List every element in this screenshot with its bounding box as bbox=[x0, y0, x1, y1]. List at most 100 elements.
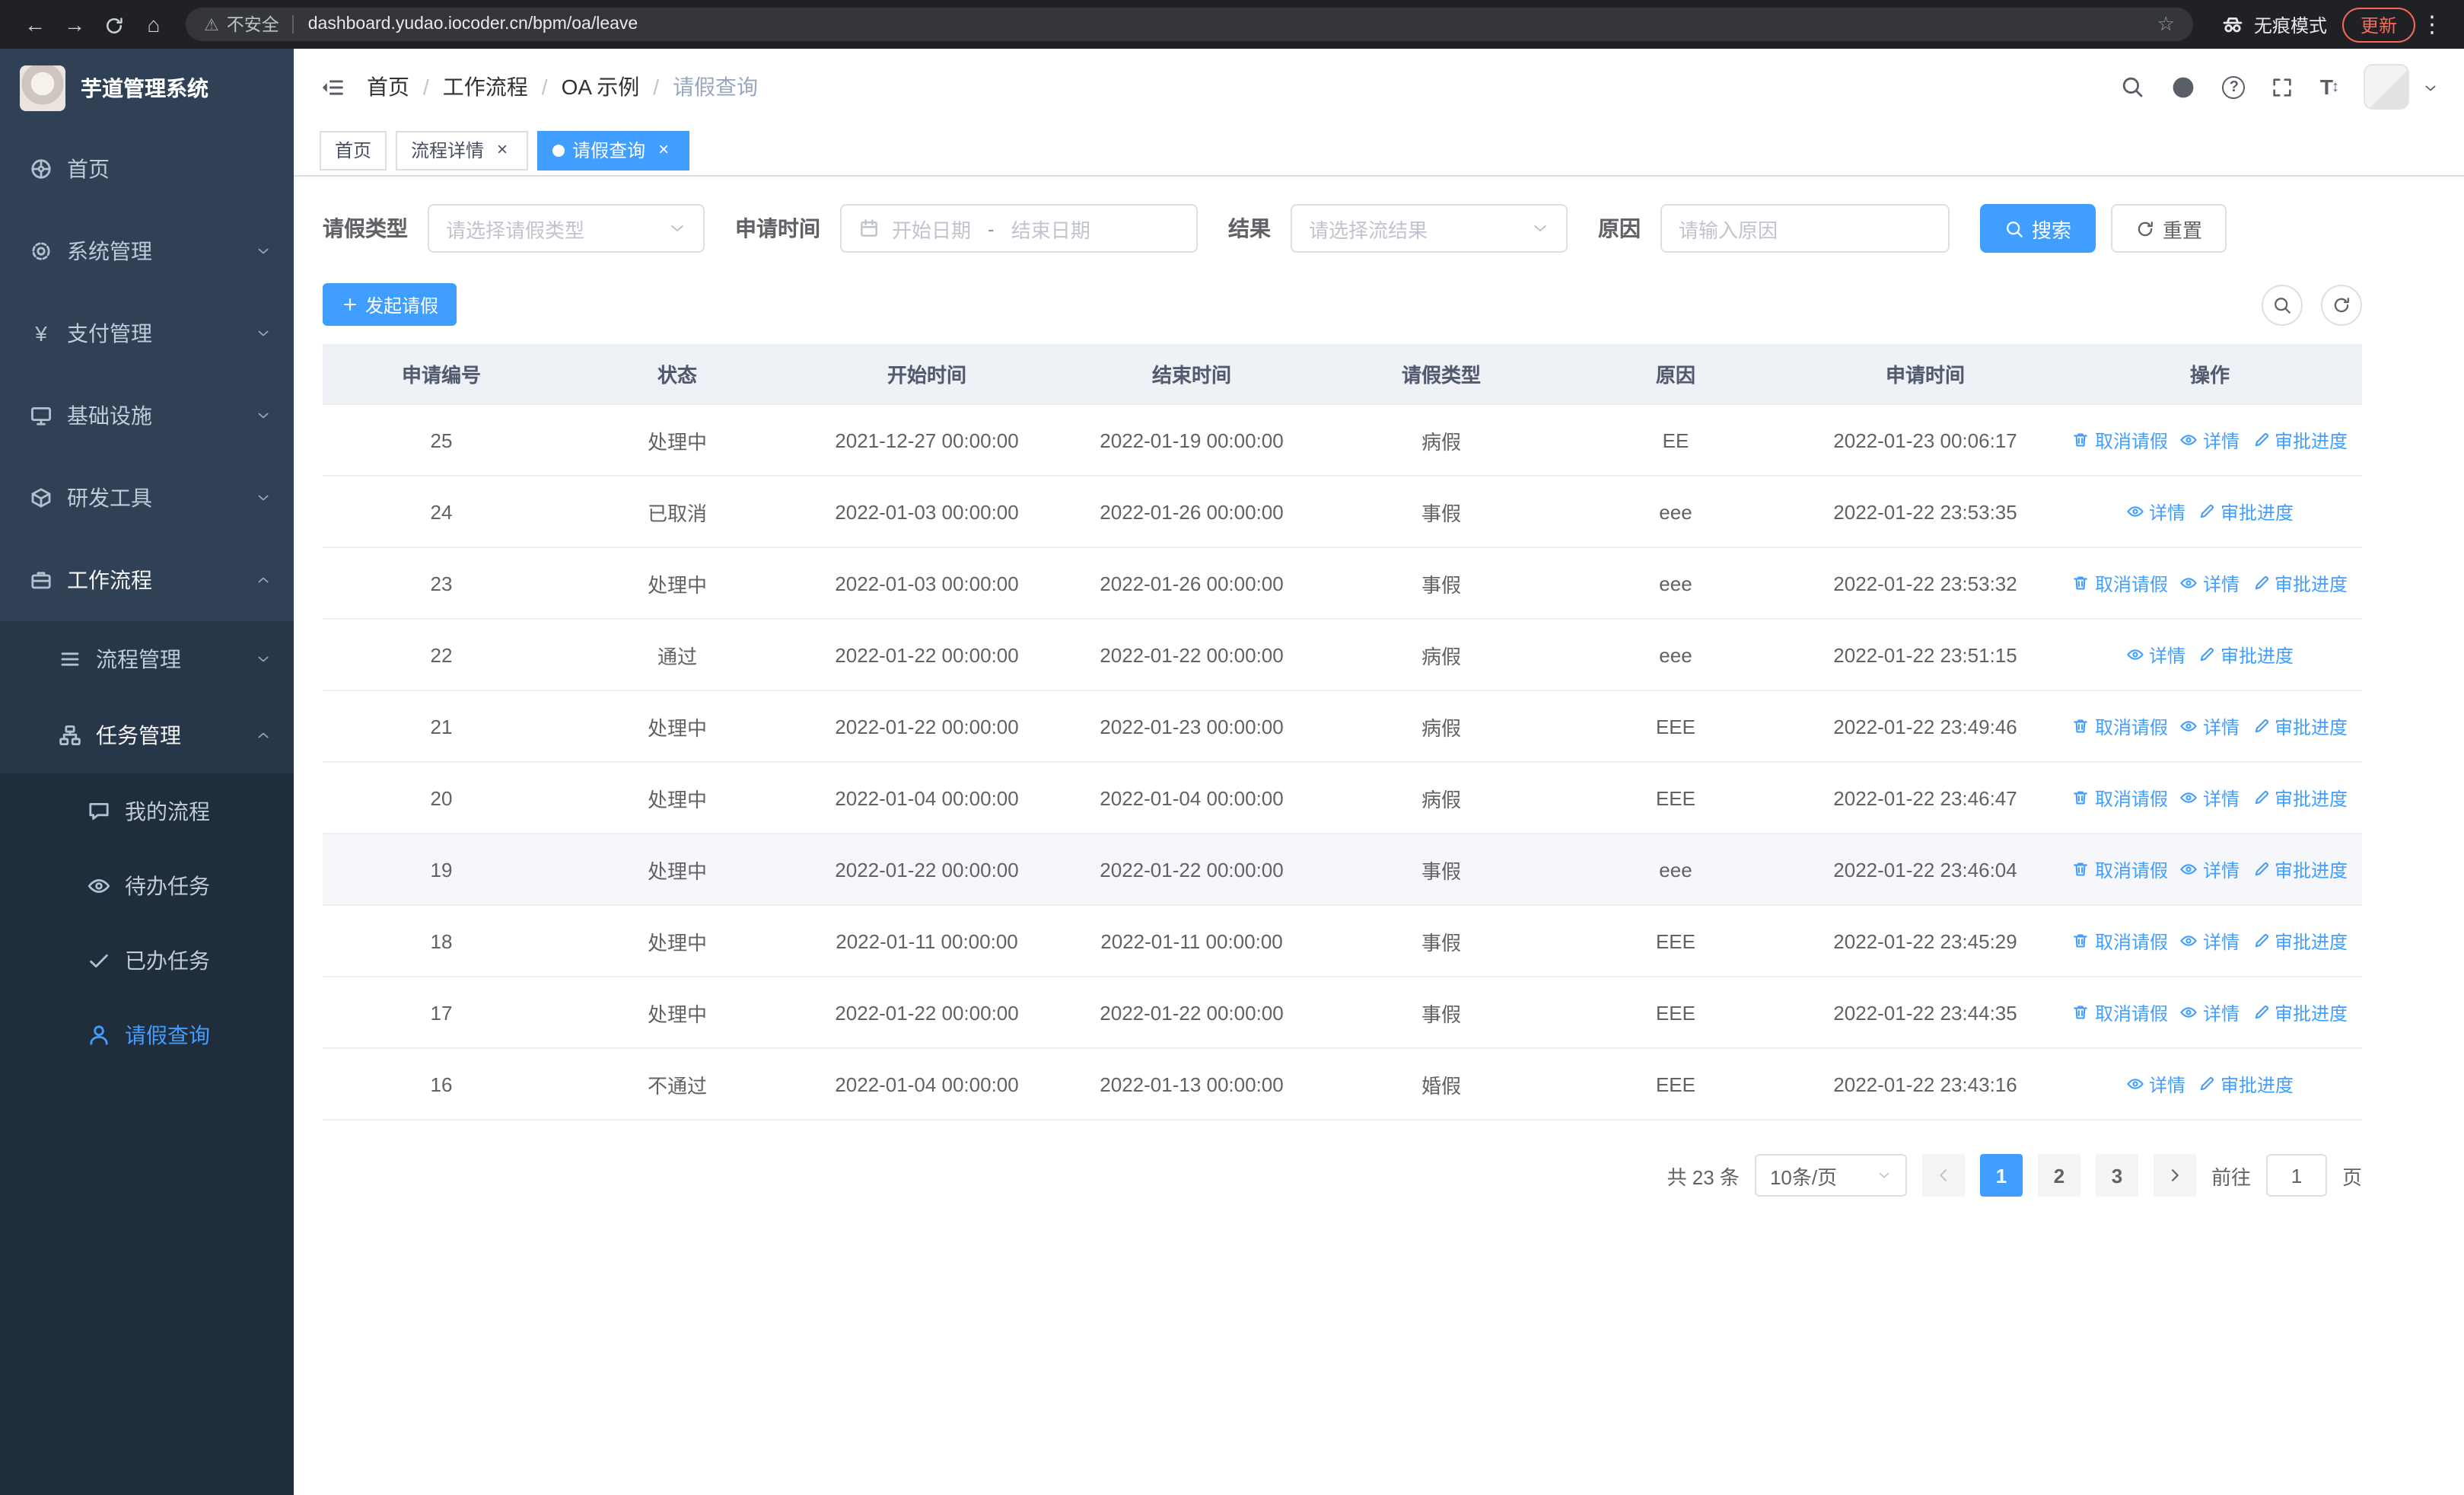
progress-link[interactable]: 审批进度 bbox=[2252, 570, 2348, 596]
table-row[interactable]: 20 处理中 2022-01-04 00:00:00 2022-01-04 00:00… bbox=[323, 763, 2362, 834]
breadcrumb-item-home[interactable]: 首页 bbox=[367, 72, 409, 102]
progress-link[interactable]: 审批进度 bbox=[2252, 713, 2348, 739]
fullscreen-icon[interactable] bbox=[2271, 75, 2294, 98]
table-row[interactable]: 23 处理中 2022-01-03 00:00:00 2022-01-26 00:00… bbox=[323, 548, 2362, 620]
page-button-1[interactable]: 1 bbox=[1979, 1154, 2023, 1197]
table-row[interactable]: 25 处理中 2021-12-27 00:00:00 2022-01-19 00:00… bbox=[323, 405, 2362, 477]
browser-home-icon[interactable]: ⌂ bbox=[134, 12, 173, 37]
detail-link[interactable]: 详情 bbox=[2180, 928, 2240, 954]
page-button-3[interactable]: 3 bbox=[2095, 1154, 2138, 1197]
sidebar-item-task-management[interactable]: 任务管理 bbox=[0, 697, 294, 773]
cancel-leave-link[interactable]: 取消请假 bbox=[2072, 427, 2168, 453]
progress-link[interactable]: 审批进度 bbox=[2198, 642, 2294, 668]
progress-link[interactable]: 审批进度 bbox=[2198, 1071, 2294, 1097]
page-button-2[interactable]: 2 bbox=[2037, 1154, 2080, 1197]
progress-link[interactable]: 审批进度 bbox=[2252, 999, 2348, 1025]
detail-link[interactable]: 详情 bbox=[2180, 999, 2240, 1025]
breadcrumb-item-workflow[interactable]: 工作流程 bbox=[443, 72, 528, 102]
prev-page-button[interactable] bbox=[1921, 1154, 1965, 1197]
leave-type-select[interactable]: 请选择请假类型 bbox=[428, 204, 705, 253]
sidebar-item-my-process[interactable]: 我的流程 bbox=[0, 773, 294, 848]
tab-home[interactable]: 首页 bbox=[320, 130, 387, 170]
cancel-leave-link[interactable]: 取消请假 bbox=[2072, 928, 2168, 954]
detail-link-icon bbox=[2180, 431, 2198, 449]
detail-link[interactable]: 详情 bbox=[2180, 570, 2240, 596]
refresh-table-button[interactable] bbox=[2321, 284, 2362, 325]
close-icon[interactable]: × bbox=[492, 139, 513, 161]
cancel-leave-link[interactable]: 取消请假 bbox=[2072, 856, 2168, 882]
font-size-icon[interactable]: T ↕ bbox=[2320, 75, 2339, 99]
table-row[interactable]: 16 不通过 2022-01-04 00:00:00 2022-01-13 00:00… bbox=[323, 1049, 2362, 1120]
bookmark-star-icon[interactable]: ☆ bbox=[2157, 12, 2175, 37]
progress-link-icon bbox=[2252, 1003, 2270, 1022]
progress-link[interactable]: 审批进度 bbox=[2198, 499, 2294, 524]
column-header-actions: 操作 bbox=[2189, 364, 2230, 387]
page-size-select[interactable]: 10条/页 bbox=[1754, 1154, 1907, 1197]
search-button[interactable]: 搜索 bbox=[1980, 204, 2096, 253]
create-leave-button[interactable]: 发起请假 bbox=[323, 283, 457, 326]
cancel-leave-link[interactable]: 取消请假 bbox=[2072, 570, 2168, 596]
apply-time-range-picker[interactable]: 开始日期 - 结束日期 bbox=[840, 204, 1198, 253]
cancel-leave-link[interactable]: 取消请假 bbox=[2072, 785, 2168, 811]
reason-label: 原因 bbox=[1598, 216, 1641, 241]
tab-leave-query[interactable]: 请假查询 × bbox=[537, 130, 690, 170]
sidebar-item-devtools[interactable]: 研发工具 bbox=[0, 457, 294, 539]
sidebar-item-system-management[interactable]: 系统管理 bbox=[0, 210, 294, 292]
detail-link[interactable]: 详情 bbox=[2180, 856, 2240, 882]
update-button[interactable]: 更新 bbox=[2341, 7, 2415, 42]
tab-process-detail[interactable]: 流程详情 × bbox=[396, 130, 529, 170]
browser-forward-icon[interactable]: → bbox=[55, 12, 94, 37]
sidebar-item-workflow[interactable]: 工作流程 bbox=[0, 539, 294, 621]
table-row[interactable]: 22 通过 2022-01-22 00:00:00 2022-01-22 00:00:… bbox=[323, 620, 2362, 691]
progress-link[interactable]: 审批进度 bbox=[2252, 856, 2348, 882]
github-icon[interactable] bbox=[2171, 74, 2197, 100]
table-row[interactable]: 24 已取消 2022-01-03 00:00:00 2022-01-26 00:00… bbox=[323, 477, 2362, 548]
progress-link[interactable]: 审批进度 bbox=[2252, 427, 2348, 453]
start-date-input[interactable]: 开始日期 bbox=[892, 214, 971, 243]
browser-refresh-icon[interactable] bbox=[94, 12, 134, 37]
search-icon[interactable] bbox=[2121, 75, 2145, 99]
cancel-leave-link[interactable]: 取消请假 bbox=[2072, 999, 2168, 1025]
progress-link[interactable]: 审批进度 bbox=[2252, 928, 2348, 954]
sidebar-item-process-management[interactable]: 流程管理 bbox=[0, 621, 294, 697]
help-icon[interactable]: ? bbox=[2222, 75, 2246, 98]
detail-link[interactable]: 详情 bbox=[2126, 642, 2185, 668]
sidebar-item-leave-query[interactable]: 请假查询 bbox=[0, 997, 294, 1072]
table-row[interactable]: 17 处理中 2022-01-22 00:00:00 2022-01-22 00:00… bbox=[323, 977, 2362, 1049]
sidebar-collapse-icon[interactable] bbox=[320, 74, 345, 100]
avatar-caret-icon[interactable] bbox=[2423, 75, 2438, 98]
table-row[interactable]: 21 处理中 2022-01-22 00:00:00 2022-01-23 00:00… bbox=[323, 691, 2362, 763]
cell-apply-id: 21 bbox=[430, 715, 453, 738]
result-select[interactable]: 请选择流结果 bbox=[1291, 204, 1568, 253]
browser-menu-icon[interactable]: ⋮ bbox=[2415, 11, 2449, 38]
cancel-leave-link[interactable]: 取消请假 bbox=[2072, 713, 2168, 739]
breadcrumb-item-oa-example[interactable]: OA 示例 bbox=[562, 72, 640, 102]
cell-apply-time: 2022-01-22 23:46:04 bbox=[1833, 858, 2017, 881]
table-row[interactable]: 19 处理中 2022-01-22 00:00:00 2022-01-22 00:00… bbox=[323, 834, 2362, 906]
table-row[interactable]: 18 处理中 2022-01-11 00:00:00 2022-01-11 00:00… bbox=[323, 906, 2362, 977]
cell-start-time: 2022-01-22 00:00:00 bbox=[835, 858, 1019, 881]
detail-link[interactable]: 详情 bbox=[2126, 499, 2185, 524]
sidebar-item-infrastructure[interactable]: 基础设施 bbox=[0, 375, 294, 457]
end-date-input[interactable]: 结束日期 bbox=[1011, 214, 1090, 243]
detail-link[interactable]: 详情 bbox=[2180, 427, 2240, 453]
close-icon[interactable]: × bbox=[653, 139, 674, 161]
progress-link[interactable]: 审批进度 bbox=[2252, 785, 2348, 811]
sidebar-item-payment-management[interactable]: ¥ 支付管理 bbox=[0, 292, 294, 375]
pagination: 共 23 条 10条/页 1 2 3 前往 页 bbox=[323, 1154, 2362, 1197]
toggle-search-button[interactable] bbox=[2262, 284, 2303, 325]
detail-link[interactable]: 详情 bbox=[2180, 713, 2240, 739]
app-logo[interactable]: 芋道管理系统 bbox=[0, 49, 294, 128]
reason-input[interactable]: 请输入原因 bbox=[1660, 204, 1950, 253]
next-page-button[interactable] bbox=[2153, 1154, 2196, 1197]
address-bar[interactable]: ⚠ 不安全 dashboard.yudao.iocoder.cn/bpm/oa/… bbox=[186, 8, 2193, 41]
sidebar-item-done-tasks[interactable]: 已办任务 bbox=[0, 923, 294, 997]
sidebar-item-todo-tasks[interactable]: 待办任务 bbox=[0, 848, 294, 923]
user-avatar[interactable] bbox=[2364, 64, 2409, 110]
detail-link[interactable]: 详情 bbox=[2126, 1071, 2185, 1097]
sidebar-item-home[interactable]: 首页 bbox=[0, 128, 294, 210]
reset-button[interactable]: 重置 bbox=[2111, 204, 2227, 253]
browser-back-icon[interactable]: ← bbox=[15, 12, 55, 37]
detail-link[interactable]: 详情 bbox=[2180, 785, 2240, 811]
goto-page-input[interactable] bbox=[2265, 1154, 2327, 1197]
